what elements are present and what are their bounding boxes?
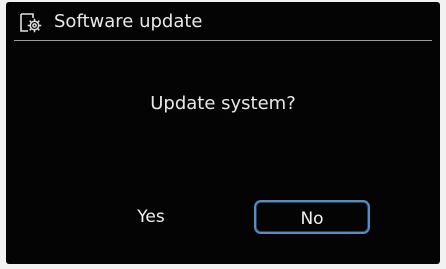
dialog-title: Software update [54, 11, 203, 32]
device-settings-icon [19, 12, 43, 34]
update-prompt: Update system? [150, 93, 296, 114]
software-update-dialog: Software update Update system? Yes No [6, 2, 440, 264]
title-divider [14, 40, 432, 41]
no-button[interactable]: No [254, 200, 370, 234]
yes-button[interactable]: Yes [118, 200, 184, 234]
title-bar: Software update [6, 2, 440, 42]
